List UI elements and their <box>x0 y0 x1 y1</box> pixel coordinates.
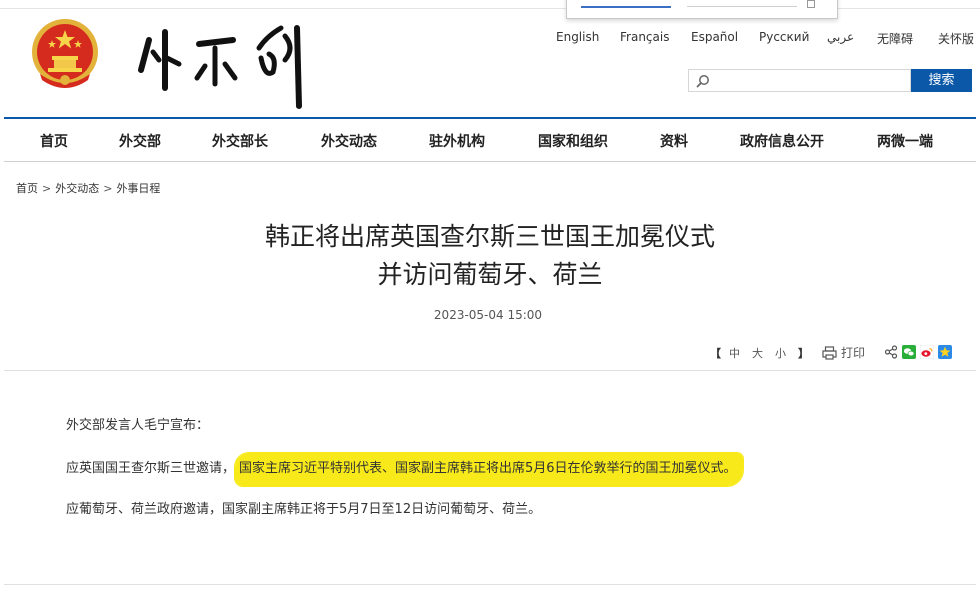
lang-russian-link[interactable]: Русский <box>759 30 809 44</box>
font-size-medium-button[interactable]: 中 <box>729 345 740 361</box>
wechat-icon[interactable] <box>902 345 916 359</box>
weibo-icon[interactable] <box>920 345 934 359</box>
nav-item-minister[interactable]: 外交部长 <box>212 131 268 151</box>
accessibility-link[interactable]: 无障碍 <box>877 30 913 47</box>
nav-item-government-info[interactable]: 政府信息公开 <box>740 131 824 151</box>
publish-date: 2023-05-04 15:00 <box>433 308 543 322</box>
nav-item-social-media[interactable]: 两微一端 <box>877 131 933 151</box>
bracket-close: 】 <box>798 347 809 360</box>
paragraph-3: 应葡萄牙、荷兰政府邀请，国家副主席韩正将于5月7日至12日访问葡萄牙、荷兰。 <box>66 502 542 517</box>
share-icon[interactable] <box>884 345 898 359</box>
search-icon <box>696 75 709 88</box>
mfa-calligraphy-logo-icon[interactable] <box>135 18 315 110</box>
paragraph-1: 外交部发言人毛宁宣布： <box>66 418 210 433</box>
print-label: 打印 <box>841 346 866 360</box>
footer-divider <box>4 584 976 585</box>
search-box <box>688 69 911 92</box>
printer-icon <box>822 346 837 360</box>
font-size-control: 【中大小】 <box>710 345 817 361</box>
nav-item-diplomatic-news[interactable]: 外交动态 <box>321 131 377 151</box>
national-emblem-icon[interactable] <box>30 18 100 90</box>
search-input[interactable] <box>715 72 909 91</box>
breadcrumb-home-link[interactable]: 首页 <box>16 180 38 196</box>
breadcrumb: 首页 > 外交动态 > 外事日程 <box>16 180 160 196</box>
breadcrumb-news-link[interactable]: 外交动态 <box>55 180 99 196</box>
highlighted-text: 国家主席习近平特别代表、国家副主席韩正将出席5月6日在伦敦举行的国王加冕仪式。 <box>235 453 743 486</box>
lang-arabic-link[interactable]: عربي <box>827 30 854 44</box>
font-size-small-button[interactable]: 小 <box>775 345 786 361</box>
nav-item-missions-abroad[interactable]: 驻外机构 <box>429 131 485 151</box>
print-button[interactable]: 打印 <box>822 344 865 361</box>
nav-item-resources[interactable]: 资料 <box>660 131 688 151</box>
font-size-large-button[interactable]: 大 <box>752 345 763 361</box>
qzone-icon[interactable] <box>938 345 952 359</box>
title-line-1: 韩正将出席英国查尔斯三世国王加冕仪式 <box>264 222 715 251</box>
lang-french-link[interactable]: Français <box>620 30 669 44</box>
breadcrumb-schedule-link[interactable]: 外事日程 <box>116 180 160 196</box>
breadcrumb-separator: > <box>42 182 52 195</box>
language-links: English Français Español Русский عربي 无障… <box>540 30 980 46</box>
nav-item-countries-organizations[interactable]: 国家和组织 <box>538 131 608 151</box>
paragraph-2-plain: 应英国国王查尔斯三世邀请， <box>66 461 236 476</box>
nav-item-home[interactable]: 首页 <box>40 131 68 151</box>
title-line-2: 并访问葡萄牙、荷兰 <box>377 260 603 289</box>
browser-popup-fragment <box>566 0 838 19</box>
breadcrumb-separator: > <box>103 182 113 195</box>
paragraph-2: 应英国国王查尔斯三世邀请， 国家主席习近平特别代表、国家副主席韩正将出席5月6日在… <box>66 453 743 486</box>
bracket-open: 【 <box>710 347 721 360</box>
page-title: 韩正将出席英国查尔斯三世国王加冕仪式 并访问葡萄牙、荷兰 <box>0 218 980 294</box>
search-button[interactable]: 搜索 <box>911 69 972 92</box>
lang-english-link[interactable]: English <box>556 30 599 44</box>
share-bar <box>884 345 954 361</box>
care-mode-link[interactable]: 关怀版 <box>938 30 974 47</box>
content-divider <box>4 370 976 371</box>
lang-spanish-link[interactable]: Español <box>691 30 738 44</box>
nav-item-ministry[interactable]: 外交部 <box>119 131 161 151</box>
main-nav: 首页 外交部 外交部长 外交动态 驻外机构 国家和组织 资料 政府信息公开 两微… <box>4 119 976 162</box>
